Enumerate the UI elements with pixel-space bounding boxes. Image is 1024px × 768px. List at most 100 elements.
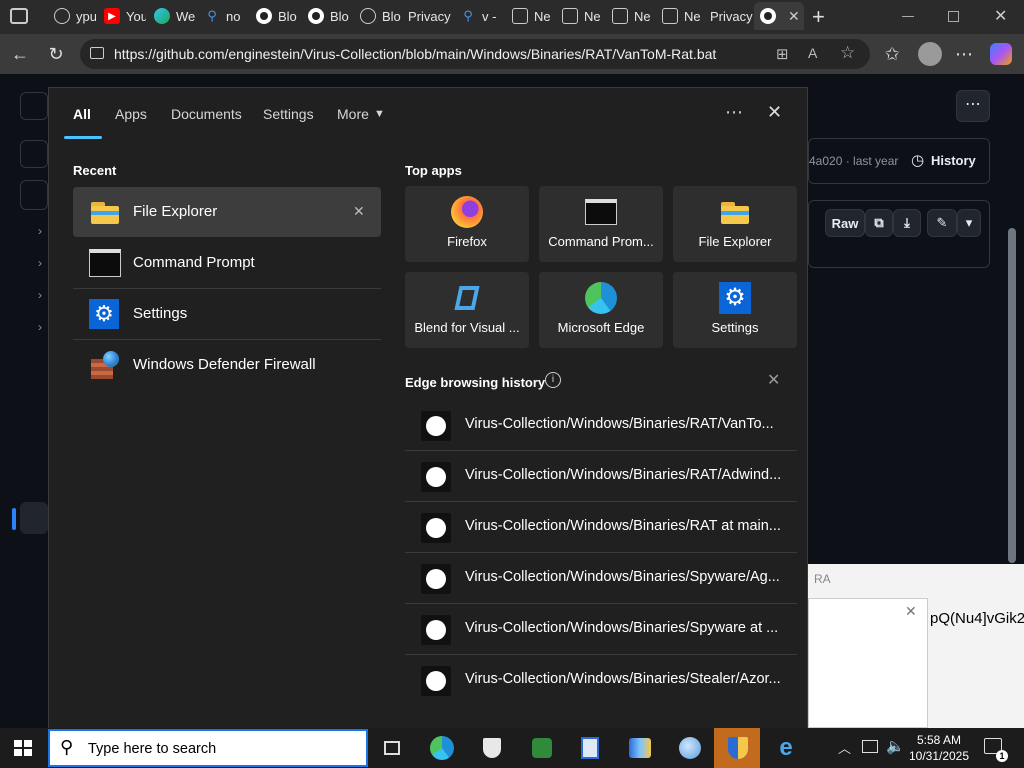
browser-tab[interactable]: ⚲ v -	[454, 2, 502, 30]
task-view-icon[interactable]	[378, 734, 406, 762]
github-icon	[421, 615, 451, 645]
browser-tab[interactable]: Ne	[606, 2, 654, 30]
tab-apps[interactable]: Apps	[115, 106, 147, 122]
new-tab-icon[interactable]: +	[812, 4, 825, 30]
recent-title: Recent	[73, 163, 117, 178]
favorite-star-icon[interactable]: ☆	[840, 43, 855, 63]
history-item[interactable]: Virus-Collection/Windows/Binaries/RAT/Va…	[405, 400, 797, 450]
app-icon-shield[interactable]	[724, 734, 752, 762]
gh-tree-chevron-icon[interactable]: ›	[38, 288, 42, 302]
gh-tree-chevron-icon[interactable]: ›	[38, 320, 42, 334]
app-icon-document[interactable]	[576, 734, 604, 762]
gh-sidebar-toggle-icon[interactable]	[20, 92, 48, 120]
gh-branch-icon[interactable]	[20, 140, 48, 168]
security-shield-icon[interactable]	[478, 734, 506, 762]
app-tile-settings[interactable]: ⚙ Settings	[673, 272, 797, 348]
clock[interactable]: 5:58 AM 10/31/2025	[908, 732, 970, 764]
tab-more[interactable]: More	[337, 106, 369, 122]
network-icon[interactable]	[862, 740, 878, 753]
tab-settings[interactable]: Settings	[263, 106, 314, 122]
recent-item-command-prompt[interactable]: Command Prompt	[73, 238, 381, 288]
history-item[interactable]: Virus-Collection/Windows/Binaries/RAT/Ad…	[405, 451, 797, 501]
copy-raw-icon[interactable]: ⧉	[865, 209, 893, 237]
tray-chevron-up-icon[interactable]: ︿	[838, 738, 851, 757]
back-icon[interactable]: ←	[8, 42, 32, 66]
browser-tab[interactable]: Blo	[250, 2, 298, 30]
recent-item-settings[interactable]: ⚙ Settings	[73, 289, 381, 339]
gear-icon: ⚙	[719, 282, 751, 314]
history-item[interactable]: Virus-Collection/Windows/Binaries/RAT at…	[405, 502, 797, 552]
raw-button[interactable]: Raw	[825, 209, 865, 237]
recent-item-firewall[interactable]: Windows Defender Firewall	[73, 340, 381, 390]
app-icon-globe[interactable]	[676, 734, 704, 762]
browser-tab[interactable]: ⚲ no	[198, 2, 246, 30]
browser-tab[interactable]: We	[148, 2, 196, 30]
taskbar-search-box[interactable]: ⚲ Type here to search	[48, 729, 368, 767]
read-aloud-icon[interactable]: A	[808, 45, 817, 61]
browser-tab[interactable]: Ne	[656, 2, 704, 30]
refresh-icon[interactable]: ↻	[44, 42, 68, 66]
browser-tab-active[interactable]: ✕	[754, 2, 804, 30]
edge-icon[interactable]	[428, 734, 456, 762]
gh-tree-chevron-icon[interactable]: ›	[38, 256, 42, 270]
info-icon[interactable]: i	[545, 372, 561, 388]
gh-file-search-icon[interactable]	[20, 180, 48, 210]
browser-tab[interactable]: Ne	[556, 2, 604, 30]
start-windows-icon[interactable]	[14, 740, 32, 756]
app-tile-file-explorer[interactable]: File Explorer	[673, 186, 797, 262]
app-tile-blend[interactable]: Blend for Visual ...	[405, 272, 529, 348]
internet-explorer-icon[interactable]: e	[772, 734, 800, 762]
more-options-icon[interactable]: ⋯	[725, 102, 743, 123]
close-tab-icon[interactable]: ✕	[788, 8, 800, 25]
minimize-icon[interactable]	[902, 16, 914, 17]
history-item[interactable]: Virus-Collection/Windows/Binaries/Spywar…	[405, 553, 797, 603]
edit-dropdown-icon[interactable]: ▾	[957, 209, 981, 237]
tab-documents[interactable]: Documents	[171, 106, 242, 122]
browser-tab[interactable]: Ne	[506, 2, 554, 30]
recent-item-file-explorer[interactable]: File Explorer ✕	[73, 187, 381, 237]
browser-tab[interactable]: ▶ You	[98, 2, 146, 30]
close-window-icon[interactable]: ✕	[994, 6, 1007, 26]
app-tile-edge[interactable]: Microsoft Edge	[539, 272, 663, 348]
dismiss-history-icon[interactable]: ✕	[767, 370, 780, 390]
browser-tab[interactable]: Blo	[354, 2, 402, 30]
favorites-icon[interactable]: ✩	[880, 42, 904, 66]
app-available-icon[interactable]: ⊞	[776, 45, 789, 63]
site-info-icon[interactable]	[90, 47, 104, 59]
background-window-caption: RA	[814, 572, 831, 586]
app-icon-green[interactable]	[528, 734, 556, 762]
history-item-label: Virus-Collection/Windows/Binaries/RAT/Va…	[465, 416, 774, 432]
settings-more-icon[interactable]: ⋯	[952, 42, 976, 66]
remove-recent-icon[interactable]: ✕	[353, 203, 365, 220]
volume-icon[interactable]: 🔈	[886, 737, 905, 755]
restore-icon[interactable]	[948, 11, 959, 22]
app-tile-command-prompt[interactable]: Command Prom...	[539, 186, 663, 262]
gh-tree-selected-row[interactable]	[20, 502, 48, 534]
tab-actions-icon[interactable]	[10, 8, 28, 24]
download-icon[interactable]: ⤓	[893, 209, 921, 237]
history-button[interactable]: History	[931, 153, 976, 168]
profile-avatar[interactable]	[918, 42, 942, 66]
gh-tree-chevron-icon[interactable]: ›	[38, 224, 42, 238]
browser-tab[interactable]: ypu	[48, 2, 96, 30]
gh-file-toolbar: Raw ⧉ ⤓ ✎ ▾	[808, 200, 990, 268]
app-tile-firefox[interactable]: Firefox	[405, 186, 529, 262]
history-item[interactable]: Virus-Collection/Windows/Binaries/Steale…	[405, 655, 797, 705]
clock-date: 10/31/2025	[908, 749, 970, 763]
address-bar[interactable]: https://github.com/enginestein/Virus-Col…	[80, 39, 870, 69]
commit-info[interactable]: 4a020 · last year	[809, 154, 898, 168]
close-panel-icon[interactable]: ✕	[767, 102, 782, 123]
edit-pencil-icon[interactable]: ✎	[927, 209, 957, 237]
page-scrollbar[interactable]	[1008, 228, 1016, 563]
app-icon-network[interactable]	[626, 734, 654, 762]
tab-all[interactable]: All	[73, 106, 91, 122]
browser-tab[interactable]: Blo	[302, 2, 350, 30]
chevron-down-icon[interactable]: ▼	[374, 108, 385, 120]
copilot-icon[interactable]	[990, 43, 1012, 65]
browser-tab[interactable]: Privacy	[402, 2, 454, 30]
gh-more-options-button[interactable]: ⋯	[956, 90, 990, 122]
folder-icon	[89, 198, 121, 226]
history-item[interactable]: Virus-Collection/Windows/Binaries/Spywar…	[405, 604, 797, 654]
browser-tab[interactable]: Privacy	[704, 2, 754, 30]
close-icon[interactable]: ✕	[905, 603, 917, 620]
